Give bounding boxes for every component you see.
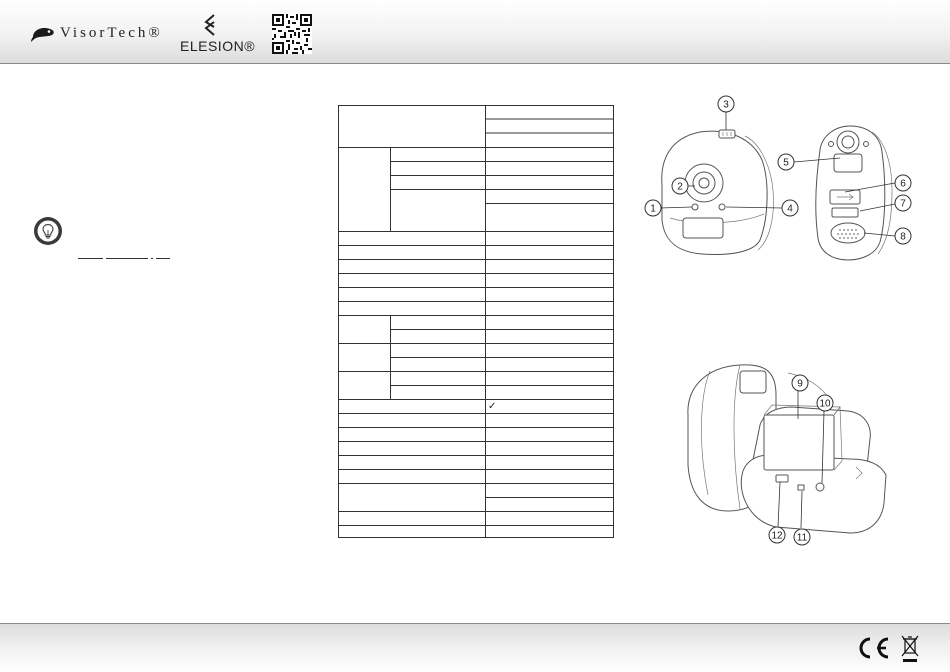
specification-table: ✓ [338,105,614,538]
callout-9: 9 [791,374,809,392]
svg-text:8: 8 [900,232,906,243]
callout-3: 3 [717,95,735,113]
camera-back-drawing [815,125,893,261]
camera-front-back-diagram: 3 2 1 4 5 6 7 8 [644,95,912,261]
callout-10: 10 [816,394,834,412]
svg-text:9: 9 [797,379,803,390]
visortech-brand-name: VisorTech® [60,24,163,41]
callout-5: 5 [777,153,795,171]
callout-6: 6 [894,174,912,192]
visortech-logo-icon [31,27,54,42]
callout-2: 2 [671,177,689,195]
callout-8: 8 [894,227,912,245]
svg-text:12: 12 [771,531,783,542]
svg-text:6: 6 [900,179,906,190]
svg-text:3: 3 [723,100,729,111]
elesion-logo-icon [204,14,215,36]
elesion-brand-name: ELESION® [180,38,256,54]
svg-text:11: 11 [797,533,808,544]
camera-open-drawing [687,364,887,534]
elesion-logo: ELESION® [180,14,262,58]
svg-text:1: 1 [650,204,656,215]
callout-12: 12 [768,526,786,544]
svg-text:5: 5 [783,158,789,169]
lightbulb-tip-icon [34,217,62,245]
callout-11: 11 [793,528,811,546]
visortech-logo: VisorTech® [30,18,163,48]
table-checkmark: ✓ [488,401,496,412]
qr-code-icon [272,14,312,54]
camera-open-compartment-diagram: 9 10 11 12 [687,364,887,546]
page-footer [0,623,950,672]
svg-text:2: 2 [677,182,683,193]
ce-mark-icon [859,637,889,659]
callout-1: 1 [644,199,662,217]
svg-text:7: 7 [900,199,906,210]
page-header: VisorTech® ELESION® [0,0,950,64]
callout-4: 4 [781,199,799,217]
callout-7: 7 [894,194,912,212]
hyperlink-underline [78,258,170,262]
weee-bin-icon [901,635,919,662]
svg-text:4: 4 [787,204,793,215]
svg-text:10: 10 [819,399,831,410]
